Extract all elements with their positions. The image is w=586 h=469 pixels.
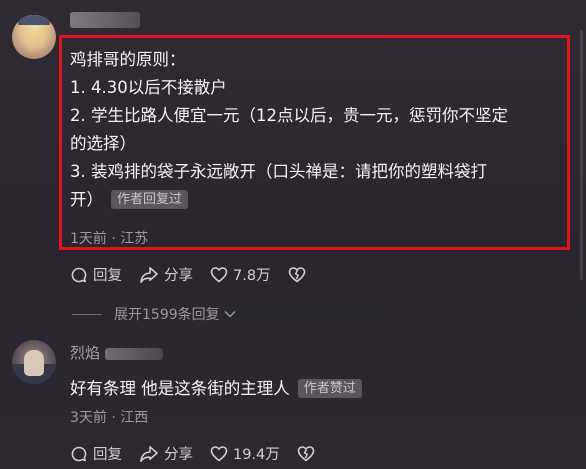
reply-button[interactable]: 回复	[70, 264, 122, 285]
author-replied-badge: 作者回复过	[111, 190, 189, 209]
comment-line: 鸡排哥的原则：	[70, 50, 186, 69]
comment-line: 1. 4.30以后不接散户	[70, 78, 227, 97]
comment-meta: 3天前 · 江西	[70, 410, 149, 426]
share-icon	[140, 266, 158, 283]
dislike-button[interactable]	[288, 266, 311, 283]
comment-line: 的选择）	[70, 134, 136, 153]
comment-text: 好有条理 他是这条街的主理人 作者赞过	[70, 375, 362, 403]
broken-heart-icon	[288, 267, 305, 283]
username-text: 烈焰	[70, 344, 101, 362]
comment-meta: 1天前 · 江苏	[70, 231, 149, 247]
author-liked-badge: 作者赞过	[297, 379, 362, 398]
share-button[interactable]: 分享	[139, 443, 193, 464]
reply-label: 回复	[93, 447, 122, 463]
username-blurred	[104, 347, 163, 360]
chevron-down-icon	[224, 310, 236, 318]
comment-icon	[71, 267, 87, 282]
scrollbar[interactable]	[580, 30, 583, 280]
heart-icon	[210, 267, 228, 283]
like-button[interactable]: 19.4万	[210, 443, 280, 464]
comment-icon	[71, 446, 87, 461]
share-button[interactable]: 分享	[139, 264, 193, 285]
comment-actions: 回复 分享 7.8万	[70, 264, 328, 285]
username[interactable]: 烈焰	[70, 342, 163, 363]
comment-line: 2. 学生比路人便宜一元（12点以后，贵一元，惩罚你不坚定	[70, 106, 508, 125]
comment-line: 开）	[70, 190, 103, 209]
broken-heart-icon	[297, 446, 315, 462]
share-label: 分享	[164, 268, 193, 284]
comment-actions: 回复 分享 19.4万	[70, 443, 337, 464]
comment-text: 鸡排哥的原则： 1. 4.30以后不接散户 2. 学生比路人便宜一元（12点以后…	[70, 46, 508, 214]
like-count: 7.8万	[233, 268, 271, 284]
comment-line-last: 开） 作者回复过	[70, 186, 508, 214]
avatar[interactable]	[12, 340, 56, 384]
expand-replies-button[interactable]: 展开1599条回复	[72, 304, 237, 324]
dislike-button[interactable]	[297, 445, 320, 462]
like-button[interactable]: 7.8万	[210, 264, 271, 285]
divider	[72, 313, 102, 315]
share-label: 分享	[164, 447, 193, 463]
reply-button[interactable]: 回复	[70, 443, 122, 464]
username-blurred[interactable]	[70, 12, 140, 28]
like-count: 19.4万	[233, 447, 280, 463]
share-icon	[140, 445, 158, 462]
heart-icon	[210, 446, 228, 462]
avatar[interactable]	[12, 15, 56, 59]
comment-line: 好有条理 他是这条街的主理人	[70, 379, 290, 398]
reply-label: 回复	[93, 268, 122, 284]
expand-replies-label: 展开1599条回复	[114, 307, 220, 323]
comment-line: 3. 装鸡排的袋子永远敞开（口头禅是：请把你的塑料袋打	[70, 162, 487, 181]
